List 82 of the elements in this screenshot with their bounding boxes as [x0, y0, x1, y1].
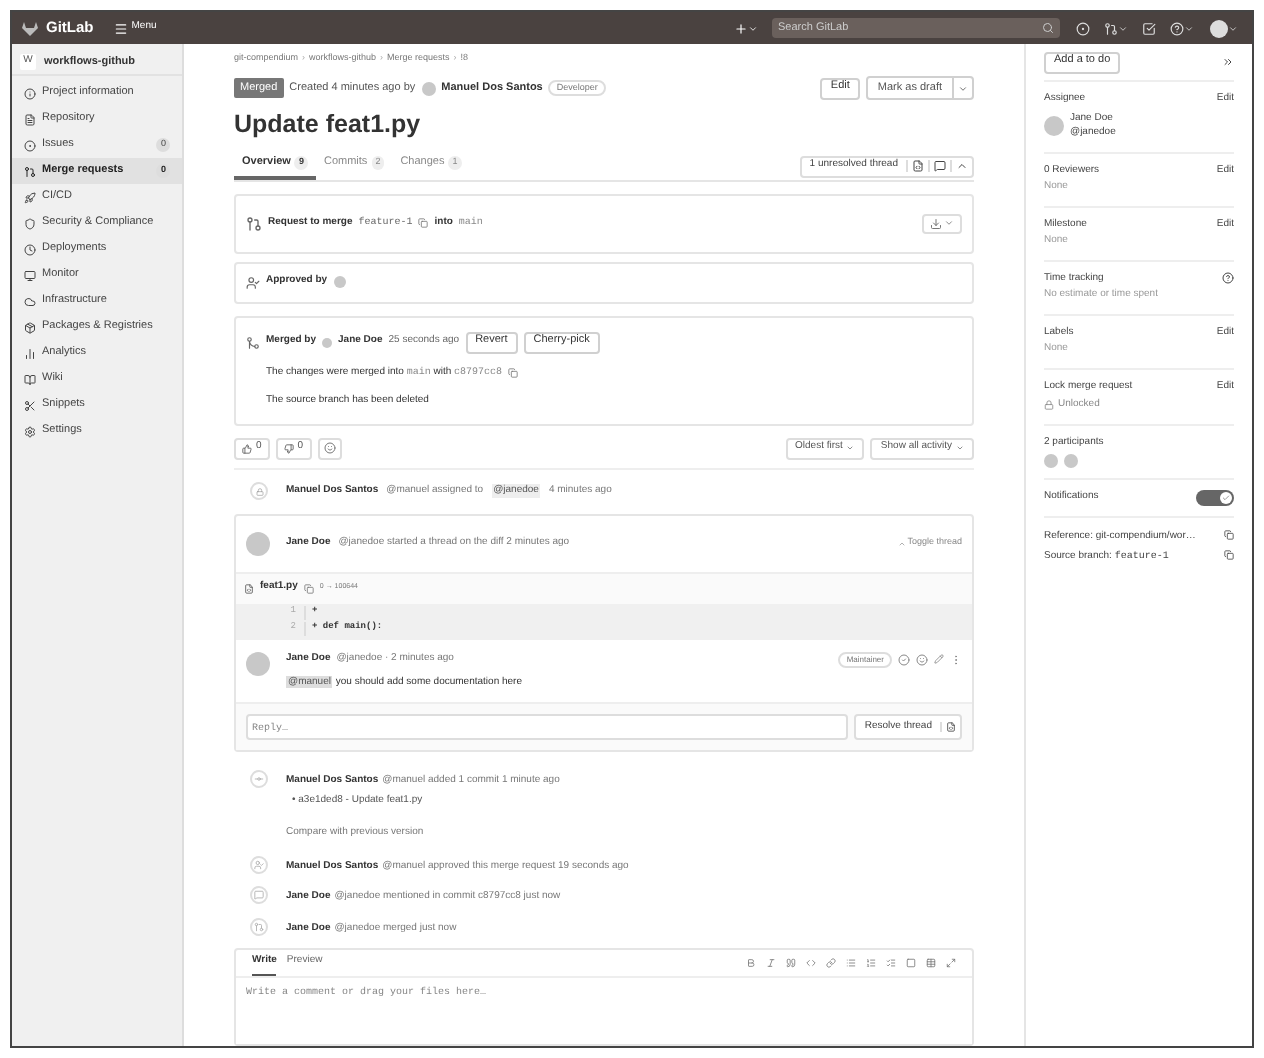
- book-icon: [24, 373, 36, 385]
- copy-icon[interactable]: [303, 583, 314, 593]
- merge-requests-dropdown[interactable]: [1104, 21, 1128, 35]
- merge-request-icon: [1104, 21, 1118, 35]
- help-dropdown[interactable]: [1170, 21, 1194, 35]
- caret-icon: [1184, 23, 1194, 33]
- avatar: [246, 651, 270, 675]
- caret-icon: [958, 83, 968, 93]
- numbered-list-icon[interactable]: [866, 958, 876, 968]
- avatar: [333, 276, 346, 288]
- file-icon: [946, 722, 956, 732]
- collapse-icon[interactable]: [1222, 56, 1234, 68]
- copy-icon[interactable]: [1224, 549, 1234, 559]
- thumbs-down-icon: [283, 443, 294, 453]
- commit-icon: [254, 774, 264, 784]
- copy-icon[interactable]: [508, 367, 519, 378]
- menu-icon: [113, 21, 128, 35]
- logo-icon: [22, 21, 38, 35]
- todo-icon[interactable]: [1142, 21, 1156, 35]
- rocket-icon: [24, 191, 36, 203]
- info-icon: [24, 87, 36, 99]
- plus-dropdown[interactable]: [734, 21, 758, 35]
- package-icon: [24, 321, 36, 333]
- monitor-icon: [24, 269, 36, 281]
- italic-icon[interactable]: [766, 958, 776, 968]
- comment-icon: [254, 890, 264, 900]
- caret-icon: [1228, 23, 1238, 33]
- merge-request-icon: [254, 921, 264, 931]
- lock-icon: [255, 487, 263, 495]
- collapsible-icon[interactable]: [906, 958, 916, 968]
- help-icon: [1222, 272, 1234, 285]
- user-check-icon: [254, 859, 264, 869]
- download-icon: [930, 217, 942, 229]
- caret-icon: [1118, 23, 1128, 33]
- quote-icon[interactable]: [786, 958, 796, 968]
- emoji-button[interactable]: [317, 437, 342, 459]
- copy-icon[interactable]: [1224, 530, 1234, 540]
- caret-icon: [748, 23, 758, 33]
- avatar: [1210, 19, 1228, 37]
- search-icon: [1042, 22, 1054, 34]
- bold-icon[interactable]: [746, 958, 756, 968]
- edit-icon[interactable]: [934, 654, 944, 664]
- avatar: [322, 337, 333, 347]
- fullscreen-icon[interactable]: [946, 958, 956, 968]
- chart-icon: [24, 347, 36, 359]
- merge-request-icon: [24, 165, 36, 177]
- avatar: [421, 81, 436, 95]
- lock-icon: [1044, 400, 1054, 411]
- scissors-icon: [24, 399, 36, 411]
- file-icon: [912, 160, 924, 172]
- comment-icon: [934, 160, 946, 172]
- code-icon[interactable]: [806, 958, 816, 968]
- merge-request-title: Update feat1.py: [234, 112, 423, 137]
- file-icon: [244, 583, 254, 593]
- bullet-list-icon[interactable]: [846, 958, 856, 968]
- plus-icon: [734, 21, 748, 35]
- clock-icon: [24, 243, 36, 255]
- resolve-icon[interactable]: [898, 653, 910, 665]
- cloud-icon: [24, 295, 36, 307]
- merge-icon: [246, 335, 260, 349]
- table-icon[interactable]: [926, 958, 936, 968]
- help-icon: [1170, 21, 1184, 35]
- toggle-switch[interactable]: [1196, 490, 1234, 506]
- thumbs-up-icon: [242, 443, 252, 453]
- link-icon[interactable]: [826, 958, 836, 968]
- settings-icon: [24, 425, 36, 437]
- smile-icon: [323, 442, 336, 454]
- shield-icon: [24, 217, 36, 229]
- smile-icon[interactable]: [916, 653, 928, 665]
- user-check-icon: [246, 275, 260, 289]
- circle-icon: [24, 139, 36, 151]
- issues-icon[interactable]: [1076, 21, 1090, 35]
- chevron-up-icon: [956, 160, 968, 172]
- avatar: [1044, 116, 1064, 136]
- copy-icon[interactable]: [418, 218, 429, 228]
- merge-request-icon: [246, 215, 262, 231]
- caret-icon: [944, 218, 954, 228]
- download-dropdown[interactable]: [922, 213, 962, 233]
- file-icon: [24, 113, 36, 125]
- user-menu[interactable]: [1210, 19, 1238, 37]
- checklist-icon[interactable]: [886, 958, 896, 968]
- avatar: [246, 531, 270, 555]
